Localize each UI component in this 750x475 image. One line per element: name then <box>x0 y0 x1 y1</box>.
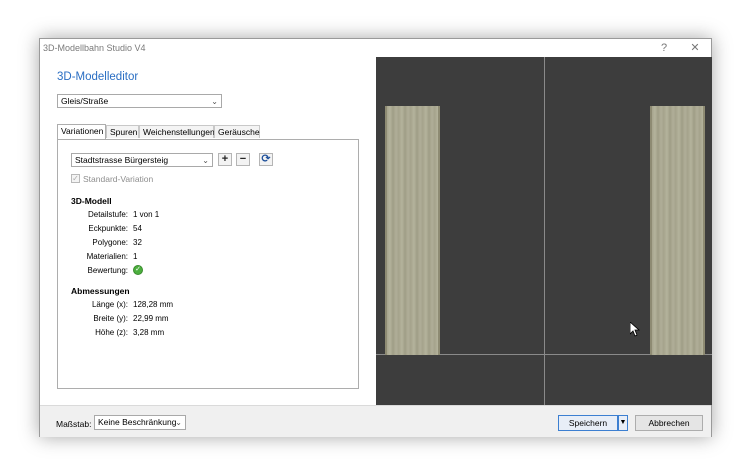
tab-spuren[interactable]: Spuren <box>106 125 139 138</box>
standard-variation-label: Standard-Variation <box>83 174 154 184</box>
height-label: Höhe (z): <box>95 328 128 337</box>
polygons-label: Polygone: <box>92 238 128 247</box>
height-value: 3,28 mm <box>133 328 165 337</box>
help-button[interactable]: ? <box>654 40 674 56</box>
tab-geraeusche[interactable]: Geräusche <box>214 125 260 138</box>
vertices-value: 54 <box>133 224 142 233</box>
properties-panel: 3D-Modelleditor Gleis/Straße ⌄ Variation… <box>40 57 376 405</box>
materials-value: 1 <box>133 252 138 261</box>
model-sidewalk-left <box>385 106 440 355</box>
editor-heading: 3D-Modelleditor <box>57 71 139 83</box>
title-bar: 3D-Modellbahn Studio V4 ? ✕ <box>40 39 711 57</box>
remove-variation-button[interactable]: − <box>236 153 250 166</box>
footer-bar: Maßstab: Keine Beschränkung ⌄ Speichern … <box>40 405 711 437</box>
window-title: 3D-Modellbahn Studio V4 <box>43 43 146 53</box>
materials-label: Materialien: <box>86 252 128 261</box>
save-options-dropdown[interactable]: ▼ <box>618 415 628 431</box>
save-button[interactable]: Speichern <box>558 415 618 431</box>
variation-select[interactable]: Stadtstrasse Bürgersteig ⌄ <box>71 153 213 167</box>
width-label: Breite (y): <box>93 314 128 323</box>
rating-label: Bewertung: <box>87 266 128 275</box>
vertices-label: Eckpunkte: <box>88 224 128 233</box>
scale-label: Maßstab: <box>56 419 92 429</box>
category-select[interactable]: Gleis/Straße ⌄ <box>57 94 222 108</box>
polygons-value: 32 <box>133 238 142 247</box>
variation-value: Stadtstrasse Bürgersteig <box>75 155 169 165</box>
variations-pane: Stadtstrasse Bürgersteig ⌄ + − ⟳ ✓ Stand… <box>57 139 359 389</box>
width-value: 22,99 mm <box>133 314 169 323</box>
cancel-button[interactable]: Abbrechen <box>635 415 703 431</box>
chevron-down-icon: ⌄ <box>175 418 182 427</box>
close-button[interactable]: ✕ <box>685 40 705 56</box>
model-sidewalk-right <box>650 106 705 355</box>
mouse-cursor-icon <box>630 322 640 337</box>
detail-value: 1 von 1 <box>133 210 160 219</box>
add-variation-button[interactable]: + <box>218 153 232 166</box>
chevron-down-icon: ⌄ <box>202 156 209 165</box>
tab-variationen[interactable]: Variationen <box>57 124 106 139</box>
scale-select[interactable]: Keine Beschränkung ⌄ <box>94 415 186 430</box>
axis-line-vertical <box>544 57 545 405</box>
dimensions-section-heading: Abmessungen <box>71 286 130 296</box>
detail-label: Detailstufe: <box>87 210 128 219</box>
chevron-down-icon: ⌄ <box>211 97 218 106</box>
length-label: Länge (x): <box>91 300 128 309</box>
tab-weichenstellungen[interactable]: Weichenstellungen <box>139 125 215 138</box>
check-circle-icon: ✓ <box>133 265 143 275</box>
refresh-icon[interactable]: ⟳ <box>259 153 273 166</box>
model-section-heading: 3D-Modell <box>71 196 112 206</box>
3d-viewport[interactable] <box>376 57 712 405</box>
scale-value: Keine Beschränkung <box>98 417 177 427</box>
editor-window: 3D-Modellbahn Studio V4 ? ✕ 3D-Modelledi… <box>39 38 712 437</box>
standard-variation-checkbox[interactable]: ✓ <box>71 174 80 183</box>
category-value: Gleis/Straße <box>61 96 109 106</box>
length-value: 128,28 mm <box>133 300 174 309</box>
